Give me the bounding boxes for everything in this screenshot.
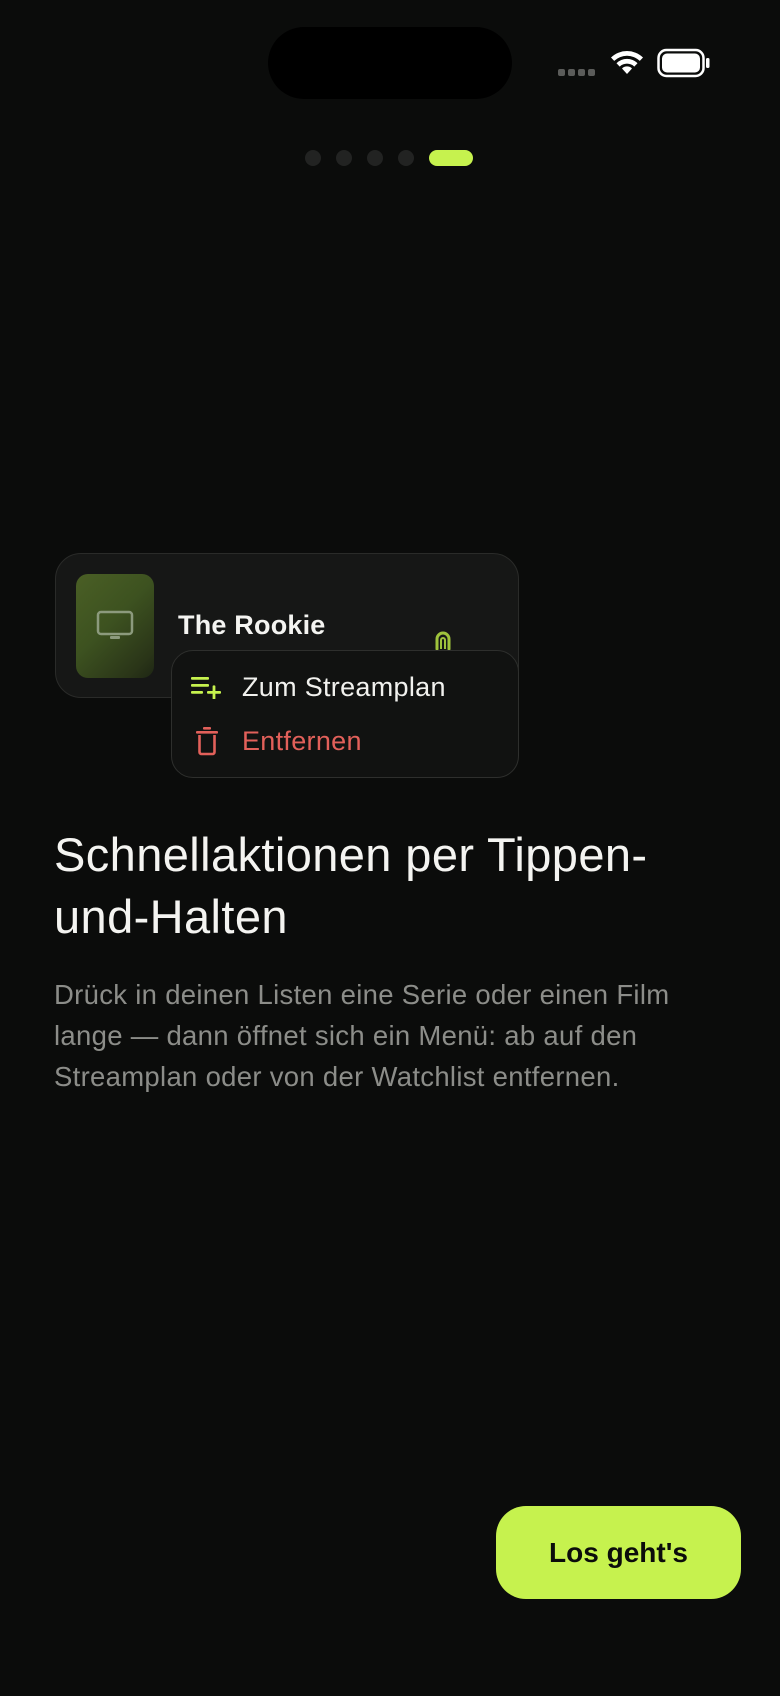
card-title: The Rookie [178,610,326,640]
page-title: Schnellaktionen per Tippen-und-Halten [54,828,648,943]
page-dot[interactable] [305,150,321,166]
context-menu: Zum Streamplan Entfernen [171,650,519,778]
drag-handle-icon [435,631,451,651]
trash-icon [190,724,224,758]
page-description: Drück in deinen Listen eine Serie oder e… [54,979,670,1092]
menu-item-add-to-streamplan[interactable]: Zum Streamplan [190,667,446,707]
menu-item-label: Entfernen [242,725,362,756]
page-dot[interactable] [336,150,352,166]
cellular-signal-icon [558,68,598,76]
menu-item-label: Zum Streamplan [242,671,446,702]
page-indicator [305,150,473,166]
page-dot[interactable] [398,150,414,166]
dynamic-island [268,27,512,99]
menu-item-remove[interactable]: Entfernen [190,721,362,761]
page-dot[interactable] [367,150,383,166]
tv-icon [96,610,134,639]
wifi-icon [611,51,643,74]
playlist-add-icon [190,670,224,704]
battery-full-icon [657,48,710,78]
page-dot-active[interactable] [429,150,473,166]
poster-placeholder [76,574,154,678]
get-started-button[interactable]: Los geht's [496,1506,741,1599]
